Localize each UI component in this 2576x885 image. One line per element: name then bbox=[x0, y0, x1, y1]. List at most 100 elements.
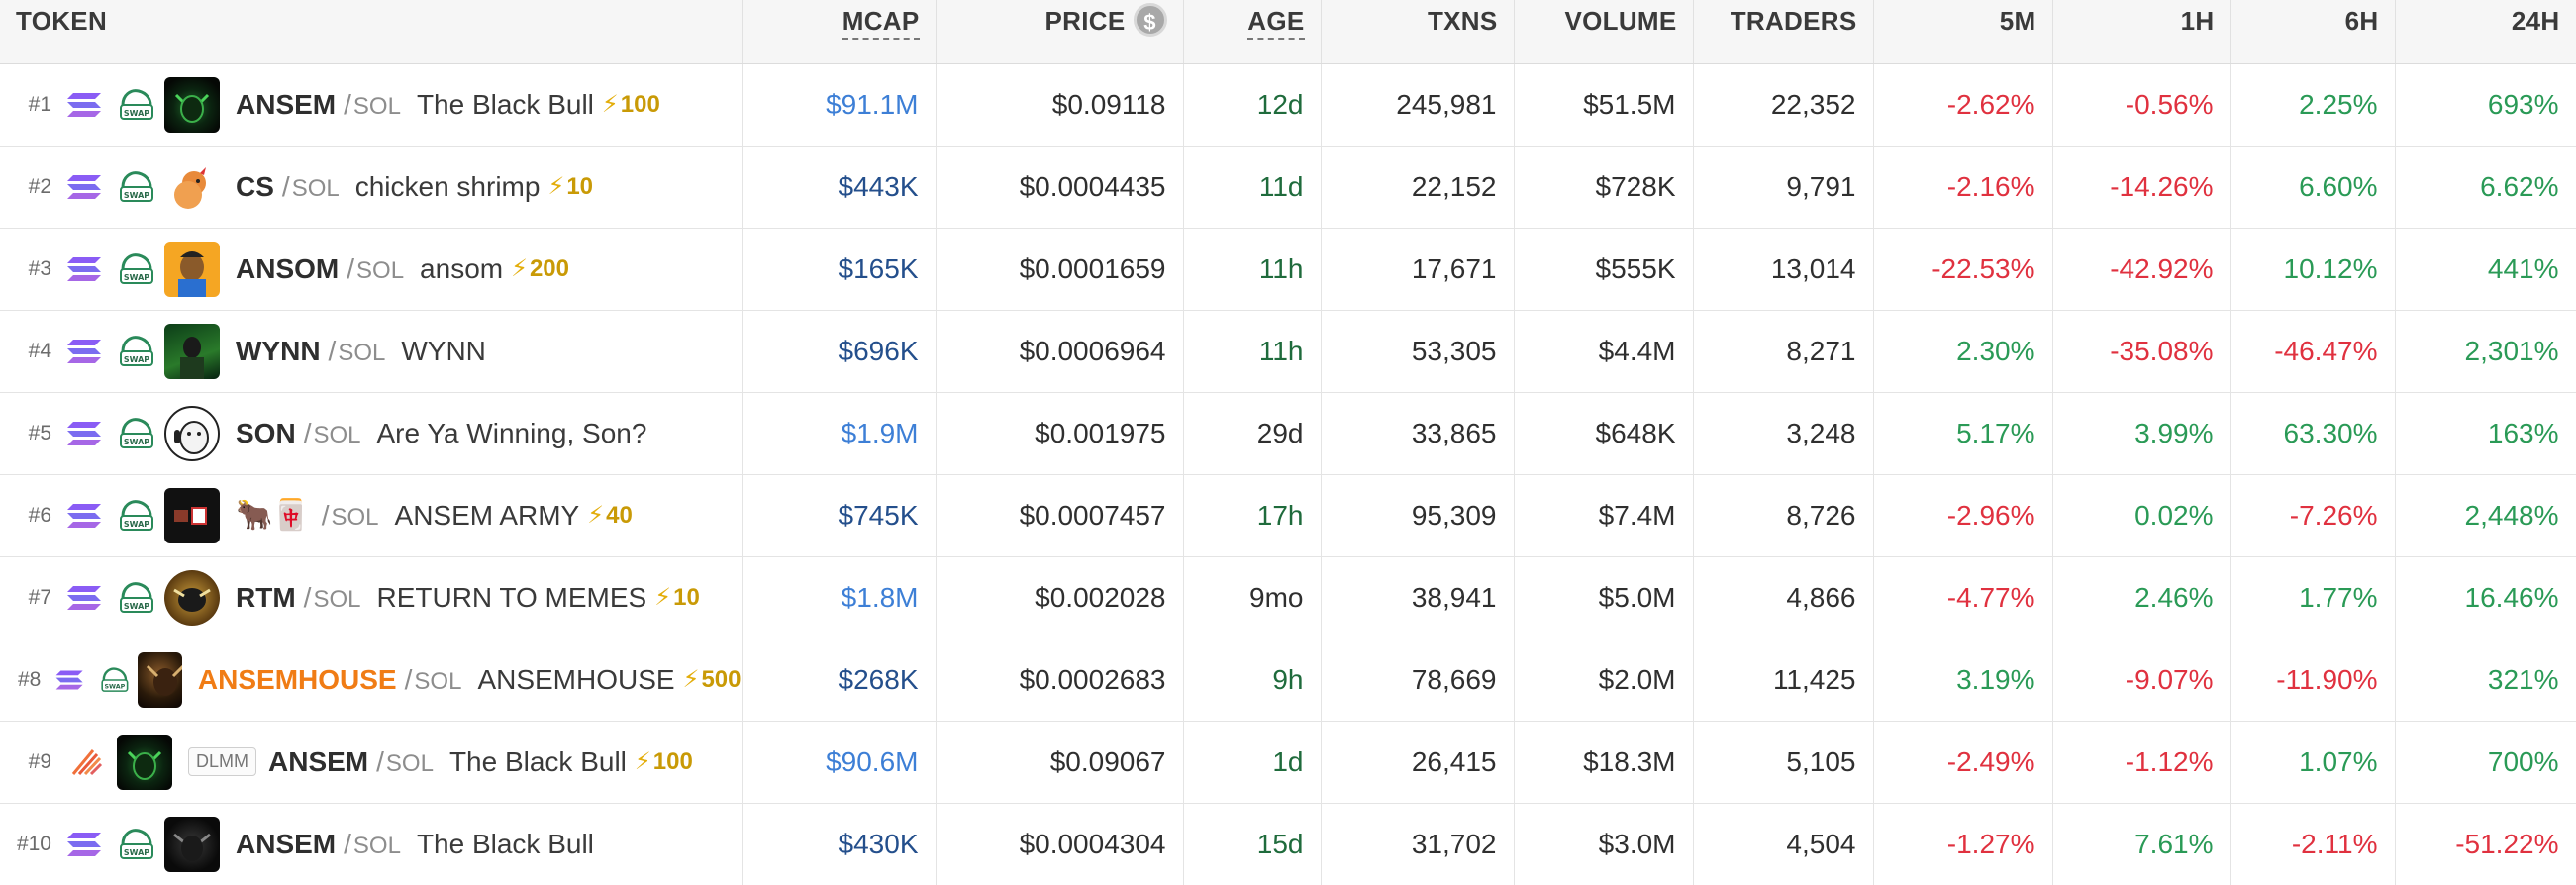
boost-badge[interactable]: ⚡100 bbox=[635, 747, 693, 776]
quote-pair: /SOL bbox=[328, 335, 386, 366]
table-row[interactable]: #2 SWAP CS/SOL chicken shrimp ⚡10 $443K $0.000… bbox=[0, 146, 2576, 229]
header-age[interactable]: AGE bbox=[1183, 0, 1322, 64]
token-name: WYNN bbox=[401, 335, 486, 366]
traders-cell: 8,726 bbox=[1693, 474, 1874, 557]
age-cell: 17h bbox=[1183, 474, 1322, 557]
table-row[interactable]: #7 SWAP RTM/SOL RETURN TO MEMES ⚡10 $1.8M $0.0… bbox=[0, 556, 2576, 639]
quote-symbol: SOL bbox=[385, 749, 434, 777]
token-cell[interactable]: #10 SWAP ANSEM/SOL The Black Bull bbox=[0, 803, 743, 885]
change-1h-cell: 2.46% bbox=[2052, 556, 2231, 639]
lightning-icon: ⚡ bbox=[601, 91, 619, 118]
boost-badge[interactable]: ⚡40 bbox=[587, 501, 633, 530]
traders-cell: 8,271 bbox=[1693, 310, 1874, 393]
change-1h-cell: 7.61% bbox=[2052, 803, 2231, 885]
header-volume[interactable]: VOLUME bbox=[1514, 0, 1694, 64]
boost-badge[interactable]: ⚡10 bbox=[654, 583, 700, 612]
token-cell[interactable]: #4 SWAP WYNN/SOL WYNN bbox=[0, 310, 743, 393]
volume-cell: $2.0M bbox=[1514, 639, 1694, 722]
quote-pair: /SOL bbox=[347, 252, 405, 284]
token-symbol: ANSEMHOUSE bbox=[197, 663, 397, 695]
svg-text:SWAP: SWAP bbox=[124, 273, 149, 282]
header-1h[interactable]: 1H bbox=[2052, 0, 2231, 64]
table-row[interactable]: #8 SWAP ANSEMHOUSE/SOL ANSEMHOUSE ⚡500 $268K $… bbox=[0, 639, 2576, 722]
rank: #1 bbox=[28, 92, 51, 116]
lightning-icon: ⚡ bbox=[654, 584, 672, 611]
table-row[interactable]: #10 SWAP ANSEM/SOL The Black Bull $430K $0.00… bbox=[0, 803, 2576, 885]
quote-symbol: SOL bbox=[291, 174, 340, 202]
header-5m[interactable]: 5M bbox=[1873, 0, 2053, 64]
age-cell: 11h bbox=[1183, 228, 1322, 311]
boost-badge[interactable]: ⚡500 bbox=[683, 665, 741, 694]
header-mcap[interactable]: MCAP bbox=[742, 0, 937, 64]
volume-cell: $648K bbox=[1514, 392, 1694, 475]
quote-symbol: SOL bbox=[414, 667, 462, 695]
table-row[interactable]: #1 SWAP ANSEM/SOL The Black Bull ⚡100 $91.1M $… bbox=[0, 63, 2576, 147]
currency-toggle-icon[interactable]: $ bbox=[1133, 3, 1167, 38]
token-cell[interactable]: #8 SWAP ANSEMHOUSE/SOL ANSEMHOUSE ⚡500 bbox=[0, 639, 743, 722]
table-row[interactable]: #4 SWAP WYNN/SOL WYNN $696K $0.0006964 11h 53,3… bbox=[0, 310, 2576, 393]
header-mcap-label: MCAP bbox=[842, 6, 920, 40]
age-cell: 29d bbox=[1183, 392, 1322, 475]
txns-cell: 17,671 bbox=[1321, 228, 1515, 311]
solana-chain-icon bbox=[67, 832, 101, 856]
change-24h-cell: 2,301% bbox=[2395, 310, 2576, 393]
table-row[interactable]: #6 SWAP 🐂🀄/SOL ANSEM ARMY ⚡40 $745K $0.0007457… bbox=[0, 474, 2576, 557]
lightning-icon: ⚡ bbox=[547, 173, 565, 200]
svg-text:SWAP: SWAP bbox=[124, 848, 149, 857]
header-6h[interactable]: 6H bbox=[2230, 0, 2396, 64]
table-row[interactable]: #3 SWAP ANSOM/SOL ansom ⚡200 $165K $0.0001659 1… bbox=[0, 228, 2576, 311]
traders-cell: 22,352 bbox=[1693, 63, 1874, 147]
token-table: TOKEN MCAP PRICE $ AGE TXNS VOLUME TRADER… bbox=[0, 0, 2576, 885]
token-name: The Black Bull bbox=[416, 88, 594, 120]
traders-cell: 11,425 bbox=[1693, 639, 1874, 722]
change-6h-cell: -46.47% bbox=[2230, 310, 2396, 393]
token-cell[interactable]: #9 DLMM ANSEM/SOL The Black Bull ⚡100 bbox=[0, 721, 743, 804]
change-5m-cell: -2.16% bbox=[1873, 146, 2053, 229]
solana-chain-icon bbox=[67, 585, 101, 610]
txns-cell: 33,865 bbox=[1321, 392, 1515, 475]
token-avatar bbox=[164, 816, 220, 872]
token-cell[interactable]: #1 SWAP ANSEM/SOL The Black Bull ⚡100 bbox=[0, 63, 743, 147]
boost-badge[interactable]: ⚡10 bbox=[547, 172, 593, 201]
header-price[interactable]: PRICE $ bbox=[936, 0, 1184, 64]
token-name: RETURN TO MEMES bbox=[376, 581, 647, 613]
boost-badge[interactable]: ⚡200 bbox=[511, 254, 569, 283]
lightning-icon: ⚡ bbox=[587, 502, 605, 529]
boost-value: 10 bbox=[673, 584, 700, 611]
quote-pair: /SOL bbox=[281, 170, 340, 202]
token-cell[interactable]: #6 SWAP 🐂🀄/SOL ANSEM ARMY ⚡40 bbox=[0, 474, 743, 557]
price-cell: $0.001975 bbox=[936, 392, 1184, 475]
volume-cell: $4.4M bbox=[1514, 310, 1694, 393]
rank: #4 bbox=[28, 339, 51, 362]
volume-cell: $3.0M bbox=[1514, 803, 1694, 885]
boost-badge[interactable]: ⚡100 bbox=[602, 90, 660, 119]
token-name: ANSEM ARMY bbox=[394, 499, 580, 531]
solana-chain-icon bbox=[67, 174, 101, 199]
token-name: ansom bbox=[420, 252, 504, 284]
header-traders[interactable]: TRADERS bbox=[1693, 0, 1874, 64]
traders-cell: 3,248 bbox=[1693, 392, 1874, 475]
token-cell[interactable]: #2 SWAP CS/SOL chicken shrimp ⚡10 bbox=[0, 146, 743, 229]
table-row[interactable]: #9 DLMM ANSEM/SOL The Black Bull ⚡100 $90.6M $… bbox=[0, 721, 2576, 804]
header-txns[interactable]: TXNS bbox=[1321, 0, 1515, 64]
token-name: chicken shrimp bbox=[354, 170, 541, 202]
change-6h-cell: -7.26% bbox=[2230, 474, 2396, 557]
change-5m-cell: 3.19% bbox=[1873, 639, 2053, 722]
token-symbol: ANSEM bbox=[236, 88, 337, 120]
token-avatar bbox=[164, 323, 220, 379]
token-cell[interactable]: #3 SWAP ANSOM/SOL ansom ⚡200 bbox=[0, 228, 743, 311]
header-24h[interactable]: 24H bbox=[2395, 0, 2576, 64]
quote-pair: /SOL bbox=[303, 417, 361, 448]
table-header-row: TOKEN MCAP PRICE $ AGE TXNS VOLUME TRADER… bbox=[0, 0, 2576, 64]
token-cell[interactable]: #7 SWAP RTM/SOL RETURN TO MEMES ⚡10 bbox=[0, 556, 743, 639]
price-cell: $0.002028 bbox=[936, 556, 1184, 639]
change-5m-cell: 5.17% bbox=[1873, 392, 2053, 475]
change-6h-cell: 1.07% bbox=[2230, 721, 2396, 804]
table-row[interactable]: #5 SWAP SON/SOL Are Ya Winning, Son? $1.9M $0… bbox=[0, 392, 2576, 475]
token-cell[interactable]: #5 SWAP SON/SOL Are Ya Winning, Son? bbox=[0, 392, 743, 475]
change-24h-cell: 16.46% bbox=[2395, 556, 2576, 639]
age-cell: 1d bbox=[1183, 721, 1322, 804]
token-symbol: ANSOM bbox=[236, 252, 340, 284]
header-token[interactable]: TOKEN bbox=[0, 0, 743, 64]
rank: #3 bbox=[28, 256, 51, 280]
